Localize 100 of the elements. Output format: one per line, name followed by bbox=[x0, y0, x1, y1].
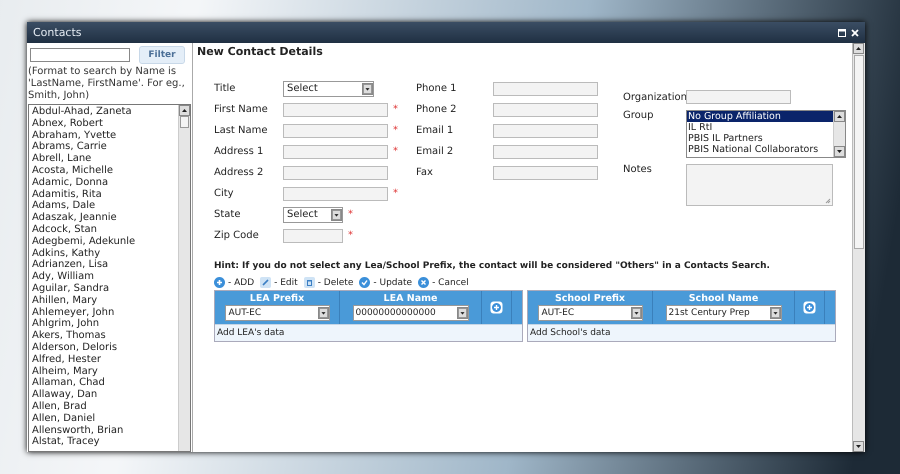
column-heading: School Prefix bbox=[554, 293, 626, 305]
field-label: Email 1 bbox=[416, 125, 454, 136]
dropdown[interactable]: Select bbox=[283, 80, 374, 96]
contact-item[interactable]: Ahlgrim, John bbox=[32, 318, 175, 330]
contact-item[interactable]: Ahillen, Mary bbox=[32, 294, 175, 307]
legend-label: - ADD bbox=[228, 278, 254, 288]
contact-item[interactable]: Abdul-Ahad, Zaneta bbox=[32, 106, 175, 118]
required-mark: * bbox=[348, 230, 353, 241]
dropdown-arrow-icon bbox=[630, 307, 642, 319]
field-label: Title bbox=[214, 83, 236, 94]
input-field[interactable] bbox=[283, 102, 388, 116]
input-field[interactable] bbox=[493, 166, 598, 180]
contact-item[interactable]: Adaszak, Jeannie bbox=[32, 212, 175, 224]
field-label: Fax bbox=[416, 167, 434, 178]
contact-item[interactable]: Abraham, Yvette bbox=[32, 130, 175, 142]
contact-item[interactable]: Adamic, Donna bbox=[32, 176, 175, 189]
contact-item[interactable]: Abnex, Robert bbox=[32, 118, 175, 130]
scrollbar[interactable] bbox=[833, 111, 845, 157]
contact-item[interactable]: Acosta, Michelle bbox=[32, 164, 175, 177]
contact-item[interactable]: Adrianzen, Lisa bbox=[32, 259, 175, 272]
contact-item[interactable]: Allaman, Chad bbox=[32, 377, 175, 390]
help-text: (Format to search by Name is 'LastName, FirstName'. For eg., Smith, John) bbox=[27, 65, 186, 103]
field-label: Zip Code bbox=[214, 230, 260, 241]
input-field[interactable] bbox=[493, 102, 598, 116]
scroll-thumb[interactable] bbox=[854, 55, 864, 248]
section-heading: New Contact Details bbox=[197, 45, 324, 58]
list-option[interactable]: IL RtI bbox=[687, 122, 833, 133]
contact-item[interactable]: Adkins, Kathy bbox=[32, 248, 175, 260]
dropdown[interactable]: AUT-EC bbox=[538, 305, 642, 321]
contact-item[interactable]: Aguilar, Sandra bbox=[32, 282, 175, 295]
contact-item[interactable]: Abrell, Lane bbox=[32, 153, 175, 165]
resize-grip-icon[interactable] bbox=[825, 198, 831, 204]
pencil-icon bbox=[260, 277, 272, 288]
dropdown-arrow-icon bbox=[362, 82, 373, 94]
dropdown-arrow-icon bbox=[770, 307, 780, 319]
list-option[interactable]: PBIS IL Partners bbox=[687, 133, 833, 144]
contact-item[interactable]: Allen, Brad bbox=[32, 400, 175, 413]
list-option[interactable]: PBIS National Collaborators bbox=[687, 144, 833, 155]
scroll-up-icon[interactable] bbox=[853, 43, 864, 54]
contact-item[interactable]: Adams, Dale bbox=[32, 200, 175, 212]
filter-button[interactable]: Filter bbox=[139, 46, 185, 64]
input-field[interactable] bbox=[493, 124, 598, 138]
contact-item[interactable]: Abrams, Carrie bbox=[32, 141, 175, 154]
contact-item[interactable]: Alderson, Deloris bbox=[32, 342, 175, 354]
search-field[interactable] bbox=[30, 48, 130, 62]
add-icon[interactable] bbox=[803, 301, 816, 314]
table-footer: Add LEA's data bbox=[215, 324, 522, 341]
close-icon[interactable] bbox=[851, 28, 859, 36]
required-mark: * bbox=[393, 188, 398, 199]
legend-label: - Cancel bbox=[432, 278, 469, 288]
field-label: Address 2 bbox=[214, 167, 264, 178]
contact-item[interactable]: Alfred, Hester bbox=[32, 354, 175, 366]
group-listbox[interactable]: No Group Affiliation IL RtI PBIS IL Partners PBIS National Collaborators bbox=[686, 110, 846, 158]
dropdown-arrow-icon bbox=[318, 307, 328, 319]
contact-item[interactable]: Alstat, Tracey bbox=[32, 436, 175, 448]
contact-item[interactable]: Adamitis, Rita bbox=[32, 188, 175, 200]
maximize-icon[interactable] bbox=[838, 28, 846, 36]
notes-field[interactable] bbox=[686, 164, 833, 206]
add-icon[interactable] bbox=[490, 301, 503, 314]
input-field[interactable] bbox=[283, 186, 388, 200]
column-heading: LEA Name bbox=[384, 293, 438, 305]
trash-icon bbox=[304, 277, 315, 288]
dropdown-arrow-icon bbox=[331, 208, 342, 220]
scroll-down-icon[interactable] bbox=[853, 441, 864, 452]
input-field[interactable] bbox=[283, 228, 343, 242]
hint-text: Hint: If you do not select any Lea/School Prefix, the contact will be considered "Others" in a Contacts Search. bbox=[214, 261, 771, 271]
contact-item[interactable]: Ady, William bbox=[32, 271, 175, 283]
contact-item[interactable]: Adcock, Stan bbox=[32, 224, 175, 236]
contact-item[interactable]: Ahlemeyer, John bbox=[32, 306, 175, 318]
field-label: Address 1 bbox=[214, 146, 264, 157]
scroll-thumb[interactable] bbox=[180, 116, 189, 128]
dropdown[interactable]: 00000000000000 bbox=[352, 305, 468, 321]
required-mark: * bbox=[393, 146, 398, 157]
dropdown[interactable]: 21st Century Prep bbox=[666, 305, 782, 321]
contact-item[interactable]: Allen, Daniel bbox=[32, 412, 175, 425]
list-option[interactable]: No Group Affiliation bbox=[687, 111, 833, 122]
scroll-up-icon[interactable] bbox=[179, 105, 190, 116]
x-circle-icon bbox=[418, 277, 430, 288]
dropdown[interactable]: Select bbox=[283, 206, 343, 222]
scrollbar[interactable] bbox=[852, 43, 865, 452]
input-field[interactable] bbox=[283, 144, 388, 158]
contact-item[interactable]: Akers, Thomas bbox=[32, 330, 175, 342]
input-field[interactable] bbox=[493, 82, 598, 96]
field-label: State bbox=[214, 209, 242, 220]
check-circle-icon bbox=[359, 277, 370, 288]
window-title: Contacts bbox=[33, 26, 83, 39]
scrollbar[interactable] bbox=[178, 105, 190, 451]
field-label: First Name bbox=[214, 104, 269, 115]
contact-item[interactable]: Allaway, Dan bbox=[32, 389, 175, 401]
input-field[interactable] bbox=[686, 90, 791, 104]
input-field[interactable] bbox=[493, 144, 598, 158]
input-field[interactable] bbox=[283, 124, 388, 138]
contact-item[interactable]: Adegbemi, Adekunle bbox=[32, 236, 175, 248]
field-label: Last Name bbox=[214, 125, 269, 136]
contact-item[interactable]: Allensworth, Brian bbox=[32, 424, 175, 436]
scroll-down-icon[interactable] bbox=[834, 146, 845, 157]
dropdown[interactable]: AUT-EC bbox=[224, 305, 330, 321]
contact-item[interactable]: Alheim, Mary bbox=[32, 366, 175, 378]
scroll-up-icon[interactable] bbox=[834, 111, 845, 122]
input-field[interactable] bbox=[283, 166, 388, 180]
